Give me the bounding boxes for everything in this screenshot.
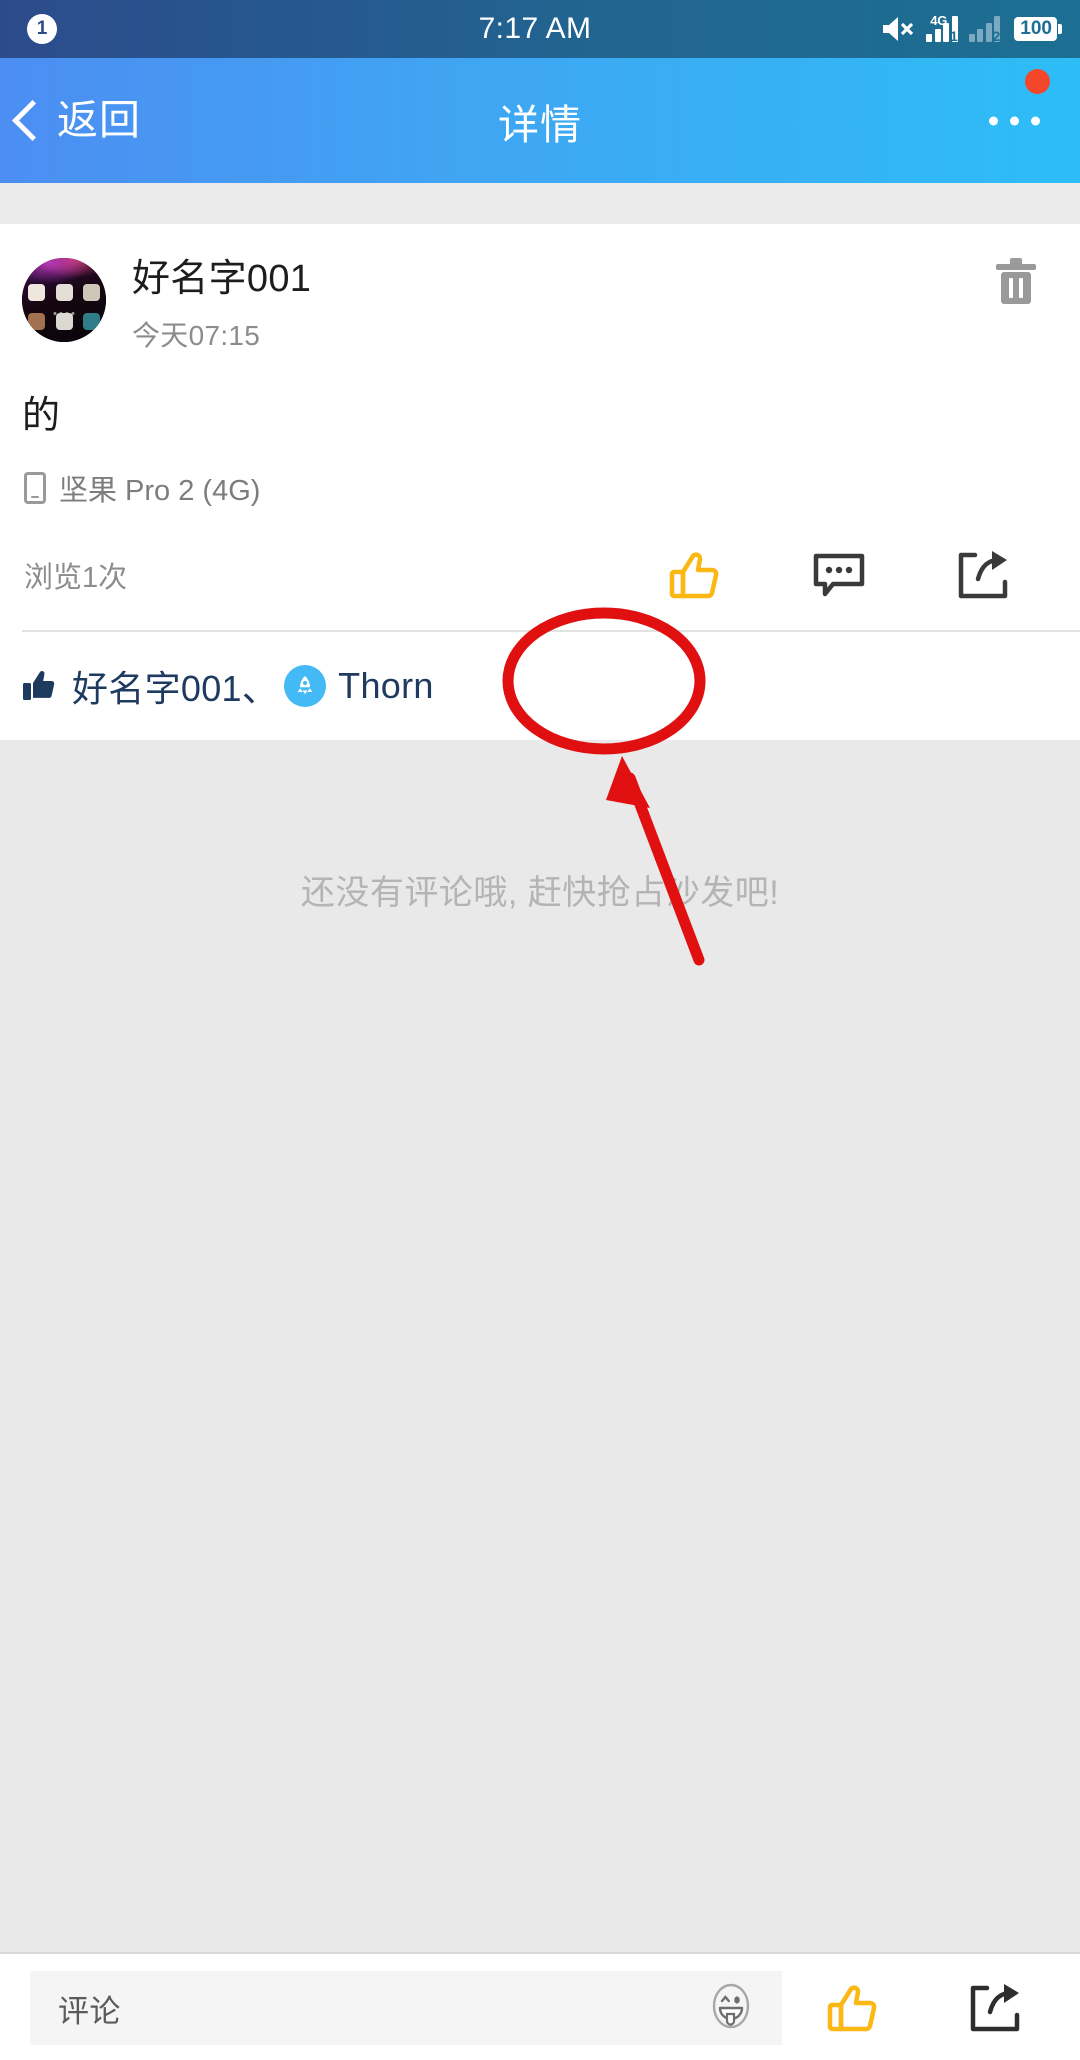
- notification-count-badge: 1: [27, 14, 57, 44]
- post-card: 好名字001 今天07:15 的 坚果 Pro 2 (4G) 浏览1次 好名字0…: [0, 224, 1080, 740]
- emoji-face-icon[interactable]: [706, 1981, 756, 2036]
- battery-nub: [1058, 24, 1062, 34]
- volume-mute-icon: [881, 14, 915, 44]
- thumbs-up-icon: [670, 552, 719, 599]
- liker-name-2[interactable]: Thorn: [338, 665, 434, 707]
- section-spacer: [0, 183, 1080, 224]
- post-timestamp: 今天07:15: [132, 319, 261, 351]
- likes-names: 好名字001、 Thorn: [72, 660, 434, 712]
- liker-name-1[interactable]: 好名字001、: [72, 660, 278, 712]
- post-device-info: 坚果 Pro 2 (4G): [0, 439, 1080, 509]
- bottom-like-button[interactable]: [816, 1977, 890, 2039]
- avatar-icon-row-bottom: [28, 313, 100, 330]
- like-button[interactable]: [650, 544, 740, 606]
- comment-bubble-icon: [813, 554, 865, 597]
- comments-empty-message: 还没有评论哦, 赶快抢占沙发吧!: [300, 874, 780, 912]
- chevron-left-icon: [11, 99, 54, 142]
- share-button[interactable]: [938, 543, 1028, 607]
- status-bar-right: 4G 1 2 100: [742, 13, 1062, 44]
- avatar[interactable]: [22, 258, 106, 342]
- bottom-action-bar: 评论: [0, 1952, 1080, 2060]
- status-bar-clock: 7:17 AM: [478, 12, 592, 45]
- comment-button[interactable]: [793, 545, 885, 605]
- sim2-slot-number: 2: [992, 28, 1001, 44]
- status-bar-left: 1: [18, 14, 338, 44]
- sim1-slot-number: 1: [950, 28, 958, 44]
- avatar-icon-row-top: [28, 284, 100, 301]
- share-icon: [958, 551, 1007, 599]
- sim1-signal-icon: 4G 1: [926, 13, 958, 44]
- thumbs-up-filled-icon: [23, 671, 55, 700]
- bottom-share-button[interactable]: [958, 1976, 1032, 2040]
- post-action-row: 浏览1次: [0, 509, 1080, 607]
- post-author-name[interactable]: 好名字001: [132, 259, 311, 300]
- thumbs-up-icon: [827, 1985, 877, 2032]
- post-meta: 好名字001 今天07:15: [132, 258, 311, 354]
- phone-icon: [24, 472, 46, 505]
- battery-icon: 100: [1014, 17, 1062, 41]
- back-button-label: 返回: [57, 97, 141, 143]
- more-dot-2: [1010, 116, 1019, 125]
- comment-input[interactable]: 评论: [30, 1971, 782, 2045]
- more-dot-3: [1031, 116, 1040, 125]
- page-title: 详情: [498, 101, 582, 148]
- sim2-signal-icon: 2: [968, 16, 1001, 44]
- more-dot-1: [989, 116, 998, 125]
- share-icon: [970, 1984, 1020, 2032]
- likes-row[interactable]: 好名字001、 Thorn: [0, 632, 1080, 740]
- post-action-icons: [624, 543, 1054, 607]
- delete-post-button[interactable]: [996, 258, 1040, 306]
- more-options-notification-badge: [1025, 69, 1050, 94]
- status-bar: 1 7:17 AM 4G 1 2 100: [0, 0, 1080, 58]
- rocket-badge-icon: [284, 665, 327, 707]
- navigation-bar: 返回 详情: [0, 58, 1080, 183]
- post-view-count: 浏览1次: [24, 562, 128, 595]
- post-device-name: 坚果 Pro 2 (4G): [59, 475, 261, 508]
- more-options-button[interactable]: [983, 98, 1046, 143]
- post-content-text: 的: [22, 394, 61, 437]
- back-button[interactable]: 返回: [0, 97, 141, 143]
- post-header: 好名字001 今天07:15: [0, 224, 1080, 354]
- phone-screen: 1 7:17 AM 4G 1 2 100 返回 详情 好名字001 今天07:1…: [0, 0, 1080, 2060]
- sim1-network-label: 4G: [930, 13, 948, 28]
- battery-level-label: 100: [1014, 17, 1057, 41]
- comments-section: 还没有评论哦, 赶快抢占沙发吧!: [0, 740, 1080, 1952]
- comment-input-placeholder: 评论: [58, 1993, 121, 2029]
- bottom-bar-icons: [782, 1976, 1080, 2040]
